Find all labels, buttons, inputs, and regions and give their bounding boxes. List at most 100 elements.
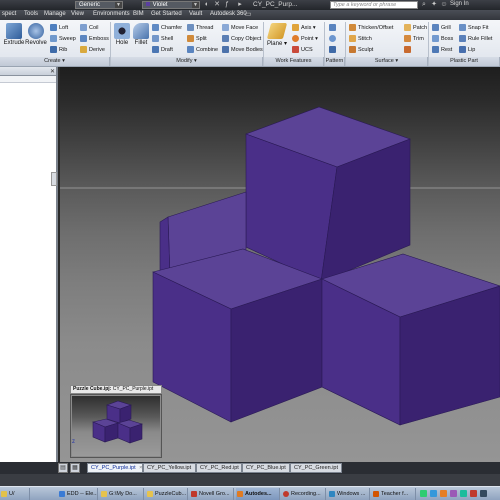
appearance-browser-icon[interactable]: ◐ xyxy=(203,1,211,9)
point-label: Point xyxy=(301,35,314,42)
sculpt-button[interactable]: Sculpt xyxy=(349,46,373,53)
tab-nav-icon[interactable]: ▤ xyxy=(58,463,68,473)
clear-icon[interactable]: ✕ xyxy=(213,1,221,9)
taskbar-item-my-documents[interactable]: G:\My Do... xyxy=(100,488,144,500)
shell-label: Shell xyxy=(161,35,174,42)
stitch-button[interactable]: Stitch xyxy=(349,35,372,42)
circular-pattern-icon[interactable] xyxy=(329,35,338,42)
appearance-dropdown[interactable]: Violet ▼ xyxy=(142,1,200,9)
derive-button[interactable]: Derive xyxy=(80,46,105,53)
boss-button[interactable]: Boss xyxy=(432,35,453,42)
pattern-panel-label[interactable]: Pattern xyxy=(325,57,345,66)
mirror-icon[interactable] xyxy=(329,46,338,53)
tab-tools[interactable]: Tools xyxy=(22,11,40,17)
alert-icon[interactable] xyxy=(470,490,477,497)
surface-panel-label[interactable]: Surface ▾ xyxy=(346,57,428,66)
shield-icon[interactable] xyxy=(430,490,437,497)
thicken-offset-button[interactable]: Thicken/Offset xyxy=(349,24,393,31)
volume-icon[interactable] xyxy=(460,490,467,497)
doc-tab-blue[interactable]: CY_PC_Blue.ipt xyxy=(242,463,290,473)
draft-icon xyxy=(152,46,159,53)
surface-more-button[interactable] xyxy=(404,46,413,53)
close-icon[interactable]: × xyxy=(139,465,142,471)
user-icon[interactable]: ☺ xyxy=(440,1,448,9)
lip-button[interactable]: Lip xyxy=(459,46,475,53)
sign-in-link[interactable]: Sign In xyxy=(450,1,469,7)
rib-button[interactable]: Rib xyxy=(50,46,67,53)
plastic-part-panel-label[interactable]: Plastic Part xyxy=(429,57,500,66)
revolve-label: Revolve xyxy=(25,40,47,46)
grill-button[interactable]: Grill xyxy=(432,24,451,31)
doc-tab-yellow[interactable]: CY_PC_Yellow.ipt xyxy=(143,463,196,473)
work-features-panel-label[interactable]: Work Features xyxy=(264,57,324,66)
taskbar-item-windows[interactable]: Windows ... xyxy=(328,488,370,500)
model-browser[interactable]: ✕ xyxy=(0,67,58,462)
patch-button[interactable]: Patch xyxy=(404,24,427,31)
doc-tab-red[interactable]: CY_PC_Red.ipt xyxy=(196,463,242,473)
taskbar-item-drive[interactable]: U/ xyxy=(0,488,30,500)
thread-icon xyxy=(187,24,194,31)
doc-tab-green[interactable]: CY_PC_Green.ipt xyxy=(290,463,342,473)
ribbon-toggle-icon[interactable]: ▭ xyxy=(244,11,252,19)
snap-fit-button[interactable]: Snap Fit xyxy=(459,24,488,31)
subscription-icon[interactable]: ✦ xyxy=(430,1,438,9)
loft-button[interactable]: Loft xyxy=(50,24,68,31)
taskbar-item-autodesk[interactable]: Autodes... xyxy=(236,488,280,500)
update-icon[interactable] xyxy=(440,490,447,497)
thread-button[interactable]: Thread xyxy=(187,24,213,31)
create-panel-label[interactable]: Create ▾ xyxy=(0,57,110,66)
tray-app-icon[interactable] xyxy=(450,490,457,497)
tab-get-started[interactable]: Get Started xyxy=(149,11,184,17)
tab-manage[interactable]: Manage xyxy=(42,11,68,17)
tab-nav-icon[interactable]: ▦ xyxy=(70,463,80,473)
coil-button[interactable]: Coil xyxy=(80,24,98,31)
fillet-button[interactable]: Fillet xyxy=(132,23,150,46)
shell-button[interactable]: Shell xyxy=(152,35,173,42)
search-icon[interactable]: ⌕ xyxy=(420,1,428,9)
trim-button[interactable]: Trim xyxy=(404,35,424,42)
taskbar-item-teacher[interactable]: Teacher f... xyxy=(372,488,416,500)
taskbar-item-puzzlecube[interactable]: PuzzleCub... xyxy=(146,488,188,500)
rule-fillet-icon xyxy=(459,35,466,42)
extrude-button[interactable]: Extrude xyxy=(3,23,25,46)
point-button[interactable]: Point ▾ xyxy=(292,35,318,42)
doc-tab-purple[interactable]: CY_PC_Purple.ipt × xyxy=(87,463,143,473)
tab-bim[interactable]: BIM xyxy=(131,11,146,17)
parameters-icon[interactable]: ƒ xyxy=(223,1,231,9)
ucs-button[interactable]: UCS xyxy=(292,46,313,53)
network-icon[interactable] xyxy=(420,490,427,497)
browser-scrollbar[interactable] xyxy=(51,172,57,186)
menu-arrow-icon[interactable]: ▸ xyxy=(236,1,244,9)
tab-environments[interactable]: Environments xyxy=(91,11,132,17)
chamfer-button[interactable]: Chamfer xyxy=(152,24,182,31)
rectangular-pattern-icon[interactable] xyxy=(329,24,338,31)
taskbar-label: PuzzleCub... xyxy=(155,491,187,497)
taskbar-item-recording[interactable]: Recording... xyxy=(282,488,326,500)
revolve-button[interactable]: Revolve xyxy=(25,23,47,46)
sweep-button[interactable]: Sweep xyxy=(50,35,76,42)
material-dropdown[interactable]: Generic ▼ xyxy=(75,1,123,9)
rule-fillet-button[interactable]: Rule Fillet xyxy=(459,35,492,42)
taskbar-item-edd[interactable]: EDD -- Ele... xyxy=(58,488,98,500)
split-button[interactable]: Split xyxy=(187,35,207,42)
move-face-button[interactable]: Move Face xyxy=(222,24,258,31)
move-bodies-icon xyxy=(222,46,229,53)
emboss-button[interactable]: Emboss xyxy=(80,35,109,42)
doc-tab-label: CY_PC_Yellow.ipt xyxy=(147,465,192,471)
rest-button[interactable]: Rest xyxy=(432,46,452,53)
tab-vault[interactable]: Vault xyxy=(187,11,204,17)
axis-button[interactable]: Axis ▾ xyxy=(292,24,316,31)
hole-button[interactable]: Hole xyxy=(112,23,132,46)
taskbar-item-novell[interactable]: Novell Gro... xyxy=(190,488,234,500)
combine-button[interactable]: Combine xyxy=(187,46,218,53)
tab-autodesk-360[interactable]: Autodesk 360 xyxy=(208,11,249,17)
move-bodies-button[interactable]: Move Bodies xyxy=(222,46,263,53)
tab-inspect[interactable]: spect xyxy=(0,11,18,17)
modify-panel-label[interactable]: Modify ▾ xyxy=(111,57,263,66)
draft-button[interactable]: Draft xyxy=(152,46,173,53)
search-input[interactable]: Type a keyword or phrase xyxy=(330,1,418,9)
close-icon[interactable]: ✕ xyxy=(50,68,55,75)
copy-object-button[interactable]: Copy Object xyxy=(222,35,261,42)
tab-view[interactable]: View xyxy=(69,11,86,17)
plane-button[interactable]: Plane ▾ xyxy=(266,23,288,47)
